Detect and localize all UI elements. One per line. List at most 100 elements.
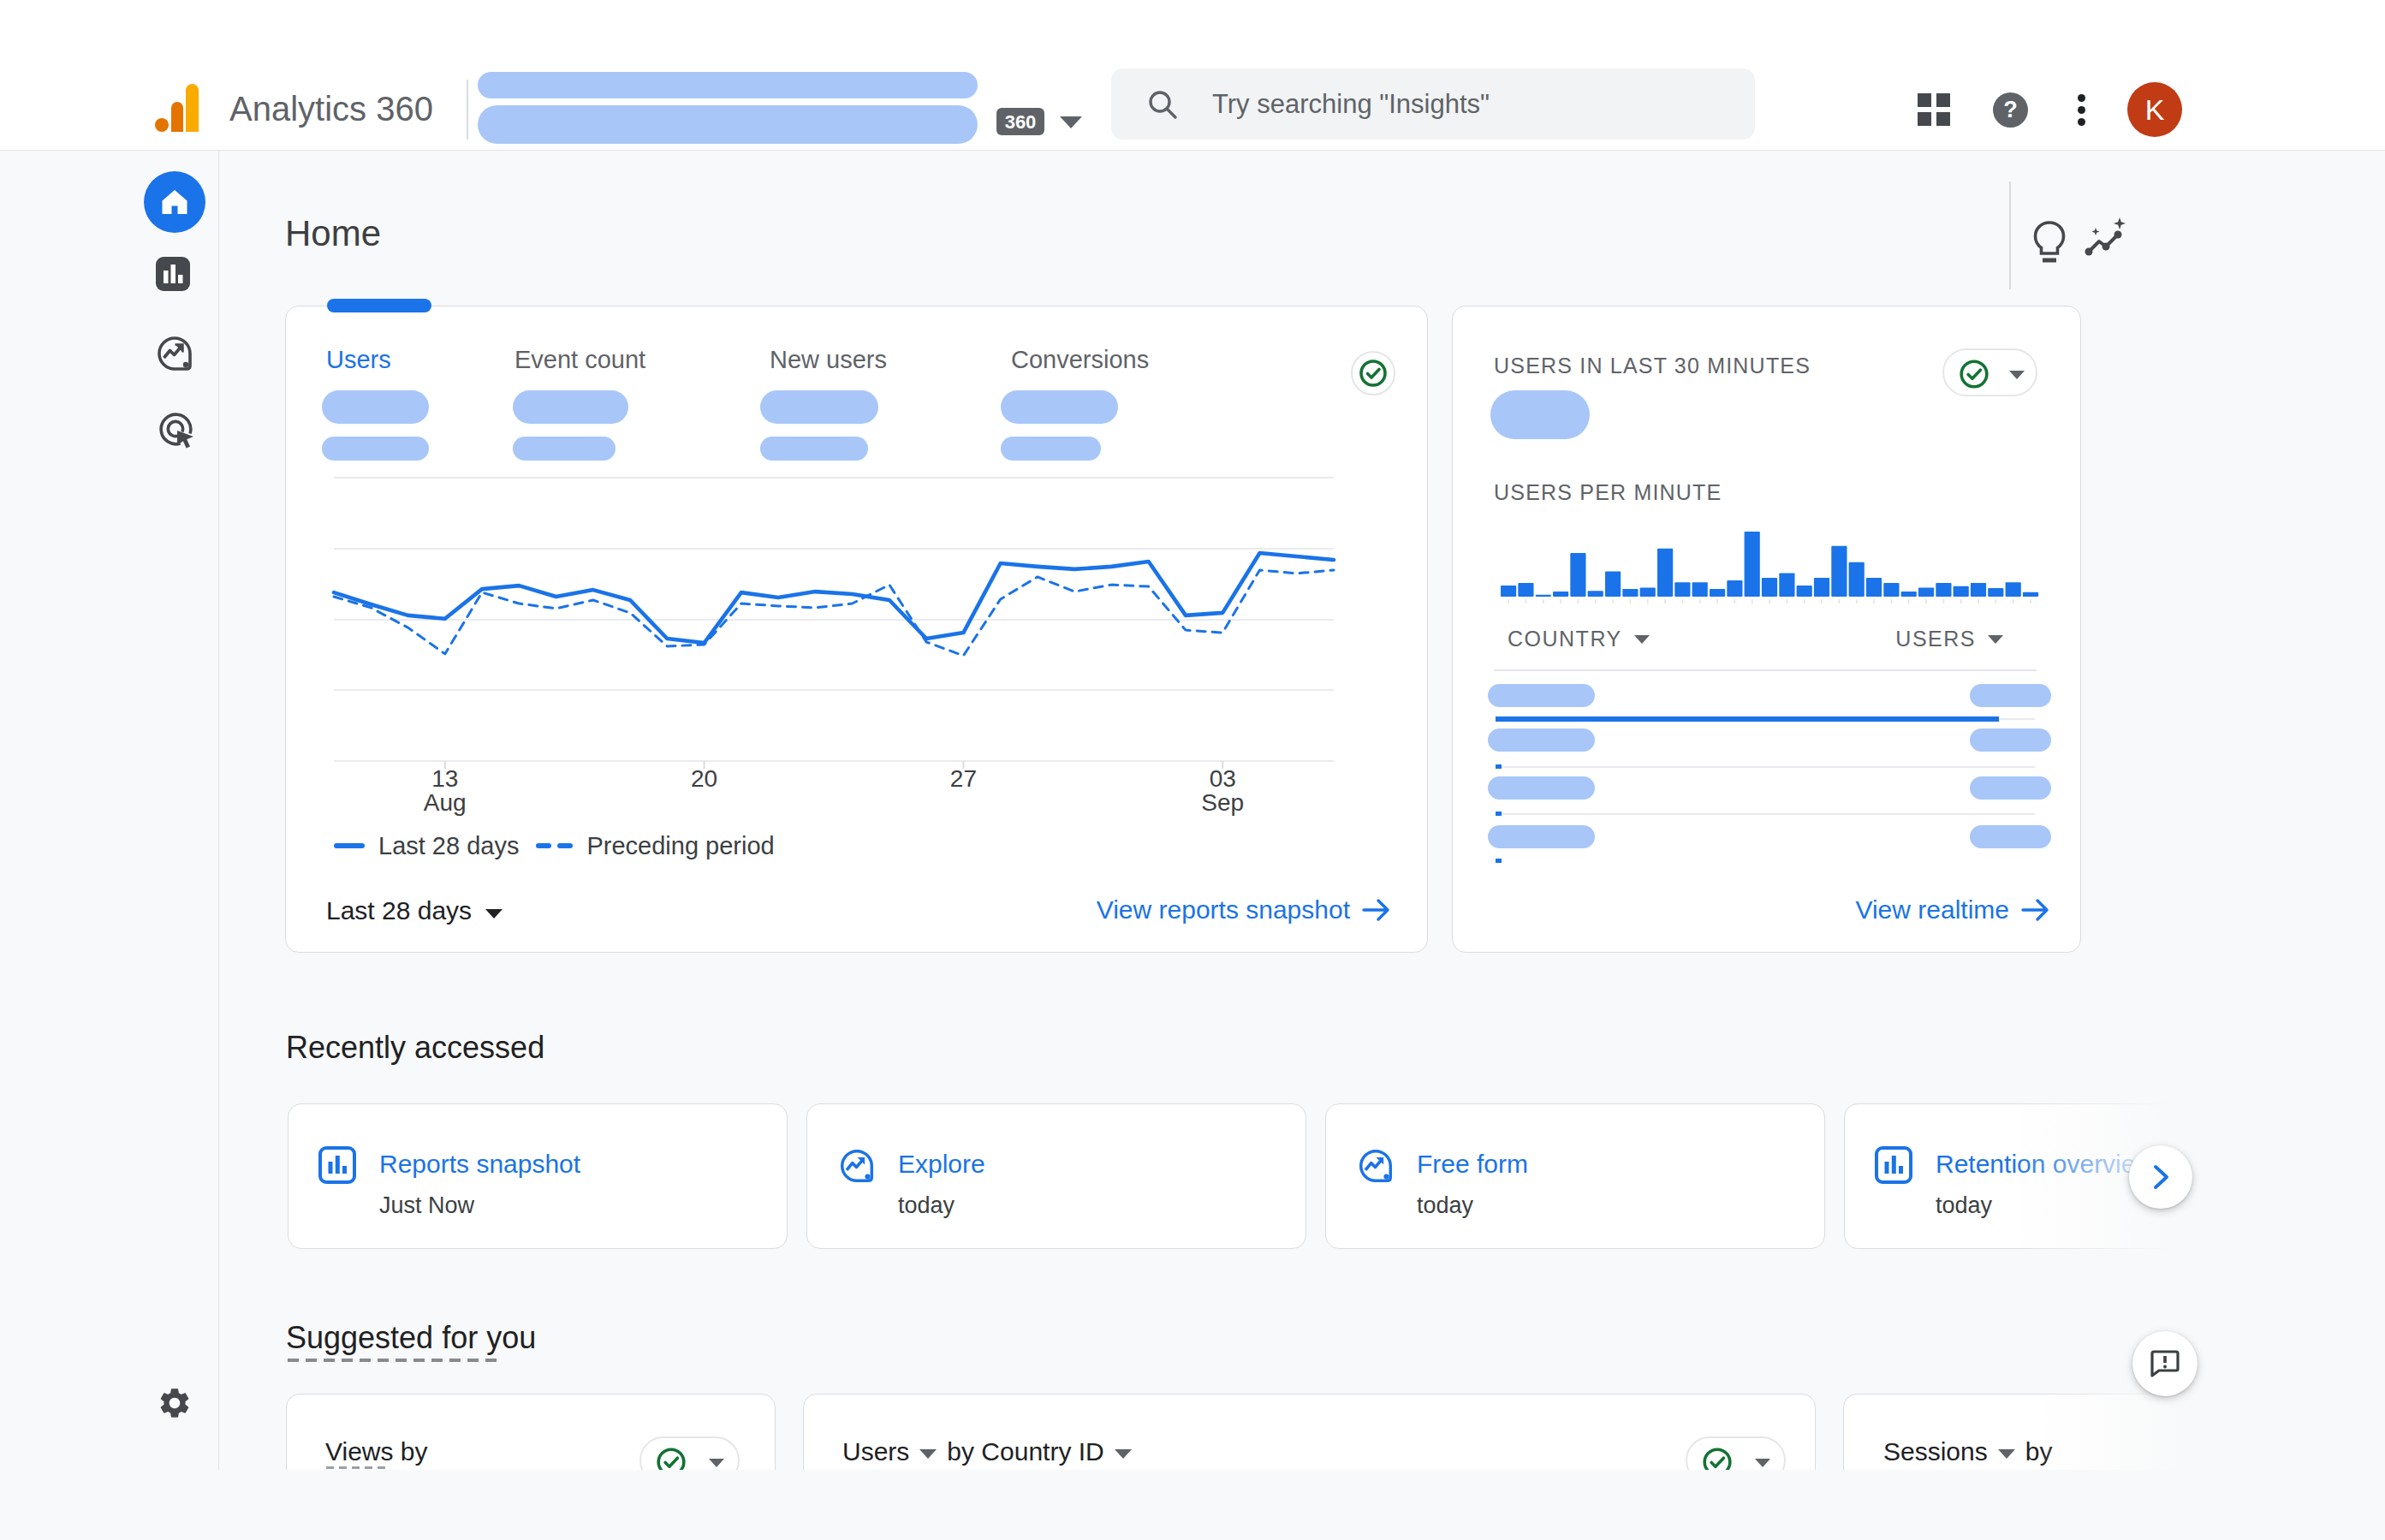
realtime-column-users[interactable]: USERS bbox=[1895, 627, 2003, 651]
legend-solid-swatch bbox=[334, 843, 365, 848]
chevron-down-icon bbox=[1115, 1449, 1132, 1459]
suggested-card-title: Views by bbox=[325, 1437, 428, 1466]
minute-bar bbox=[1745, 532, 1760, 597]
minute-bar bbox=[2023, 592, 2038, 597]
realtime-row-users-redacted bbox=[1970, 776, 2051, 800]
recent-card-title[interactable]: Reports snapshot bbox=[379, 1150, 580, 1179]
feedback-button[interactable] bbox=[2132, 1331, 2198, 1396]
realtime-row-country-redacted bbox=[1488, 825, 1595, 848]
legend-label-current: Last 28 days bbox=[378, 832, 519, 860]
google-apps-grid-icon[interactable] bbox=[1918, 93, 1950, 126]
minute-bar bbox=[1779, 574, 1794, 597]
insights-lightbulb-icon[interactable] bbox=[2027, 217, 2072, 269]
suggested-title-part[interactable]: Views by bbox=[325, 1437, 428, 1466]
sidebar bbox=[0, 151, 219, 1470]
help-icon[interactable]: ? bbox=[1993, 92, 2028, 128]
realtime-row-bar bbox=[1496, 859, 1502, 863]
sort-caret-icon bbox=[1988, 635, 2003, 644]
recent-card-reports-snapshot[interactable]: Reports snapshotJust Now bbox=[288, 1103, 788, 1249]
x-axis-day-label: 20 bbox=[691, 765, 717, 792]
recent-card-subtitle: today bbox=[898, 1192, 955, 1219]
minute-bar bbox=[1570, 553, 1585, 597]
explore-icon bbox=[1355, 1145, 1396, 1190]
realtime-row-bar bbox=[1496, 716, 1999, 722]
sidebar-item-reports[interactable] bbox=[155, 256, 191, 292]
minute-bar bbox=[1674, 582, 1690, 597]
recent-card-title[interactable]: Free form bbox=[1417, 1150, 1528, 1179]
arrow-right-icon bbox=[1362, 897, 1391, 923]
advertising-icon bbox=[154, 407, 197, 450]
app-header: Analytics 360 360 Try searching "Insight… bbox=[0, 0, 2385, 151]
minute-bar bbox=[1954, 586, 1969, 597]
x-axis-day-label: 13 bbox=[431, 765, 458, 792]
recent-carousel-next-button[interactable] bbox=[2129, 1145, 2192, 1209]
avatar[interactable]: K bbox=[2127, 82, 2182, 137]
chevron-right-icon bbox=[2148, 1162, 2174, 1192]
date-range-selector[interactable]: Last 28 days bbox=[326, 896, 503, 925]
legend-label-preceding: Preceding period bbox=[586, 832, 774, 860]
minute-bar bbox=[1553, 592, 1568, 597]
realtime-row-bar-track bbox=[1497, 813, 2035, 815]
legend-dashed-swatch bbox=[536, 843, 551, 848]
minute-bar bbox=[1866, 578, 1882, 597]
suggested-row-fade bbox=[2037, 1386, 2385, 1470]
metric-carousel-indicator bbox=[327, 299, 431, 312]
recent-card-free-form[interactable]: Free form today bbox=[1325, 1103, 1825, 1249]
view-reports-snapshot-link[interactable]: View reports snapshot bbox=[1097, 895, 1391, 925]
minute-bar bbox=[1501, 586, 1516, 597]
chevron-down-icon bbox=[709, 1459, 724, 1467]
suggested-title-part[interactable]: Sessions bbox=[1883, 1437, 1988, 1466]
minute-bar bbox=[1936, 583, 1951, 597]
sidebar-item-explore[interactable] bbox=[153, 332, 196, 375]
chevron-down-icon bbox=[1998, 1449, 2015, 1459]
recent-card-explore[interactable]: Explore today bbox=[806, 1103, 1306, 1249]
recent-card-subtitle: today bbox=[1417, 1192, 1473, 1219]
legend-dashed-swatch2 bbox=[557, 843, 573, 848]
minute-bar bbox=[1710, 589, 1725, 597]
sidebar-item-advertising[interactable] bbox=[154, 407, 197, 450]
bottom-strip bbox=[0, 1470, 2385, 1540]
realtime-row-users-redacted bbox=[1970, 684, 2051, 707]
sidebar-item-home[interactable] bbox=[144, 171, 205, 233]
realtime-card: USERS IN LAST 30 MINUTES USERS PER MINUT… bbox=[1452, 306, 2081, 953]
table-header-divider bbox=[1494, 669, 2037, 671]
date-range-caret-icon bbox=[485, 909, 503, 919]
report-icon bbox=[318, 1145, 357, 1188]
realtime-row-users-redacted bbox=[1970, 825, 2051, 848]
realtime-row-bar-track bbox=[1497, 766, 2035, 768]
report-card-icon bbox=[1874, 1145, 1913, 1185]
property-name-redacted[interactable] bbox=[478, 105, 978, 144]
minute-bar bbox=[1605, 571, 1621, 597]
view-realtime-link[interactable]: View realtime bbox=[1855, 895, 2050, 925]
realtime-row-country-redacted bbox=[1488, 684, 1595, 707]
insights-sparkline-icon[interactable] bbox=[2082, 214, 2133, 269]
chevron-down-icon bbox=[1755, 1459, 1770, 1467]
realtime-row-country-redacted bbox=[1488, 776, 1595, 800]
recent-card-title[interactable]: Explore bbox=[898, 1150, 985, 1179]
explore-icon bbox=[153, 332, 196, 375]
account-360-badge: 360 bbox=[996, 108, 1044, 135]
sort-caret-icon bbox=[1634, 635, 1650, 644]
minute-bar bbox=[1797, 586, 1812, 597]
search-input[interactable]: Try searching "Insights" bbox=[1111, 68, 1755, 140]
sidebar-item-admin[interactable] bbox=[157, 1385, 193, 1421]
realtime-column-country[interactable]: COUNTRY bbox=[1508, 627, 1650, 651]
more-options-kebab-icon[interactable] bbox=[2078, 94, 2086, 128]
gear-icon bbox=[157, 1385, 193, 1421]
account-name-redacted[interactable] bbox=[478, 72, 978, 98]
realtime-row-country-redacted bbox=[1488, 728, 1595, 752]
property-switcher-caret-icon[interactable] bbox=[1060, 116, 1082, 128]
suggested-title-part[interactable]: Users bbox=[842, 1437, 909, 1466]
report-card-icon bbox=[318, 1145, 357, 1185]
minute-bar bbox=[1640, 587, 1656, 597]
recent-row-fade bbox=[2012, 1095, 2385, 1259]
minute-bar bbox=[1762, 578, 1777, 597]
suggested-card-title: Sessionsby bbox=[1883, 1437, 2052, 1466]
suggested-title-part[interactable]: by Country ID bbox=[947, 1437, 1103, 1466]
minute-bar bbox=[1622, 589, 1638, 597]
realtime-row-bar bbox=[1496, 764, 1502, 769]
minute-bar bbox=[1883, 583, 1899, 597]
minute-bar bbox=[1657, 549, 1673, 597]
home-icon bbox=[159, 187, 190, 217]
chevron-down-icon bbox=[919, 1449, 937, 1459]
